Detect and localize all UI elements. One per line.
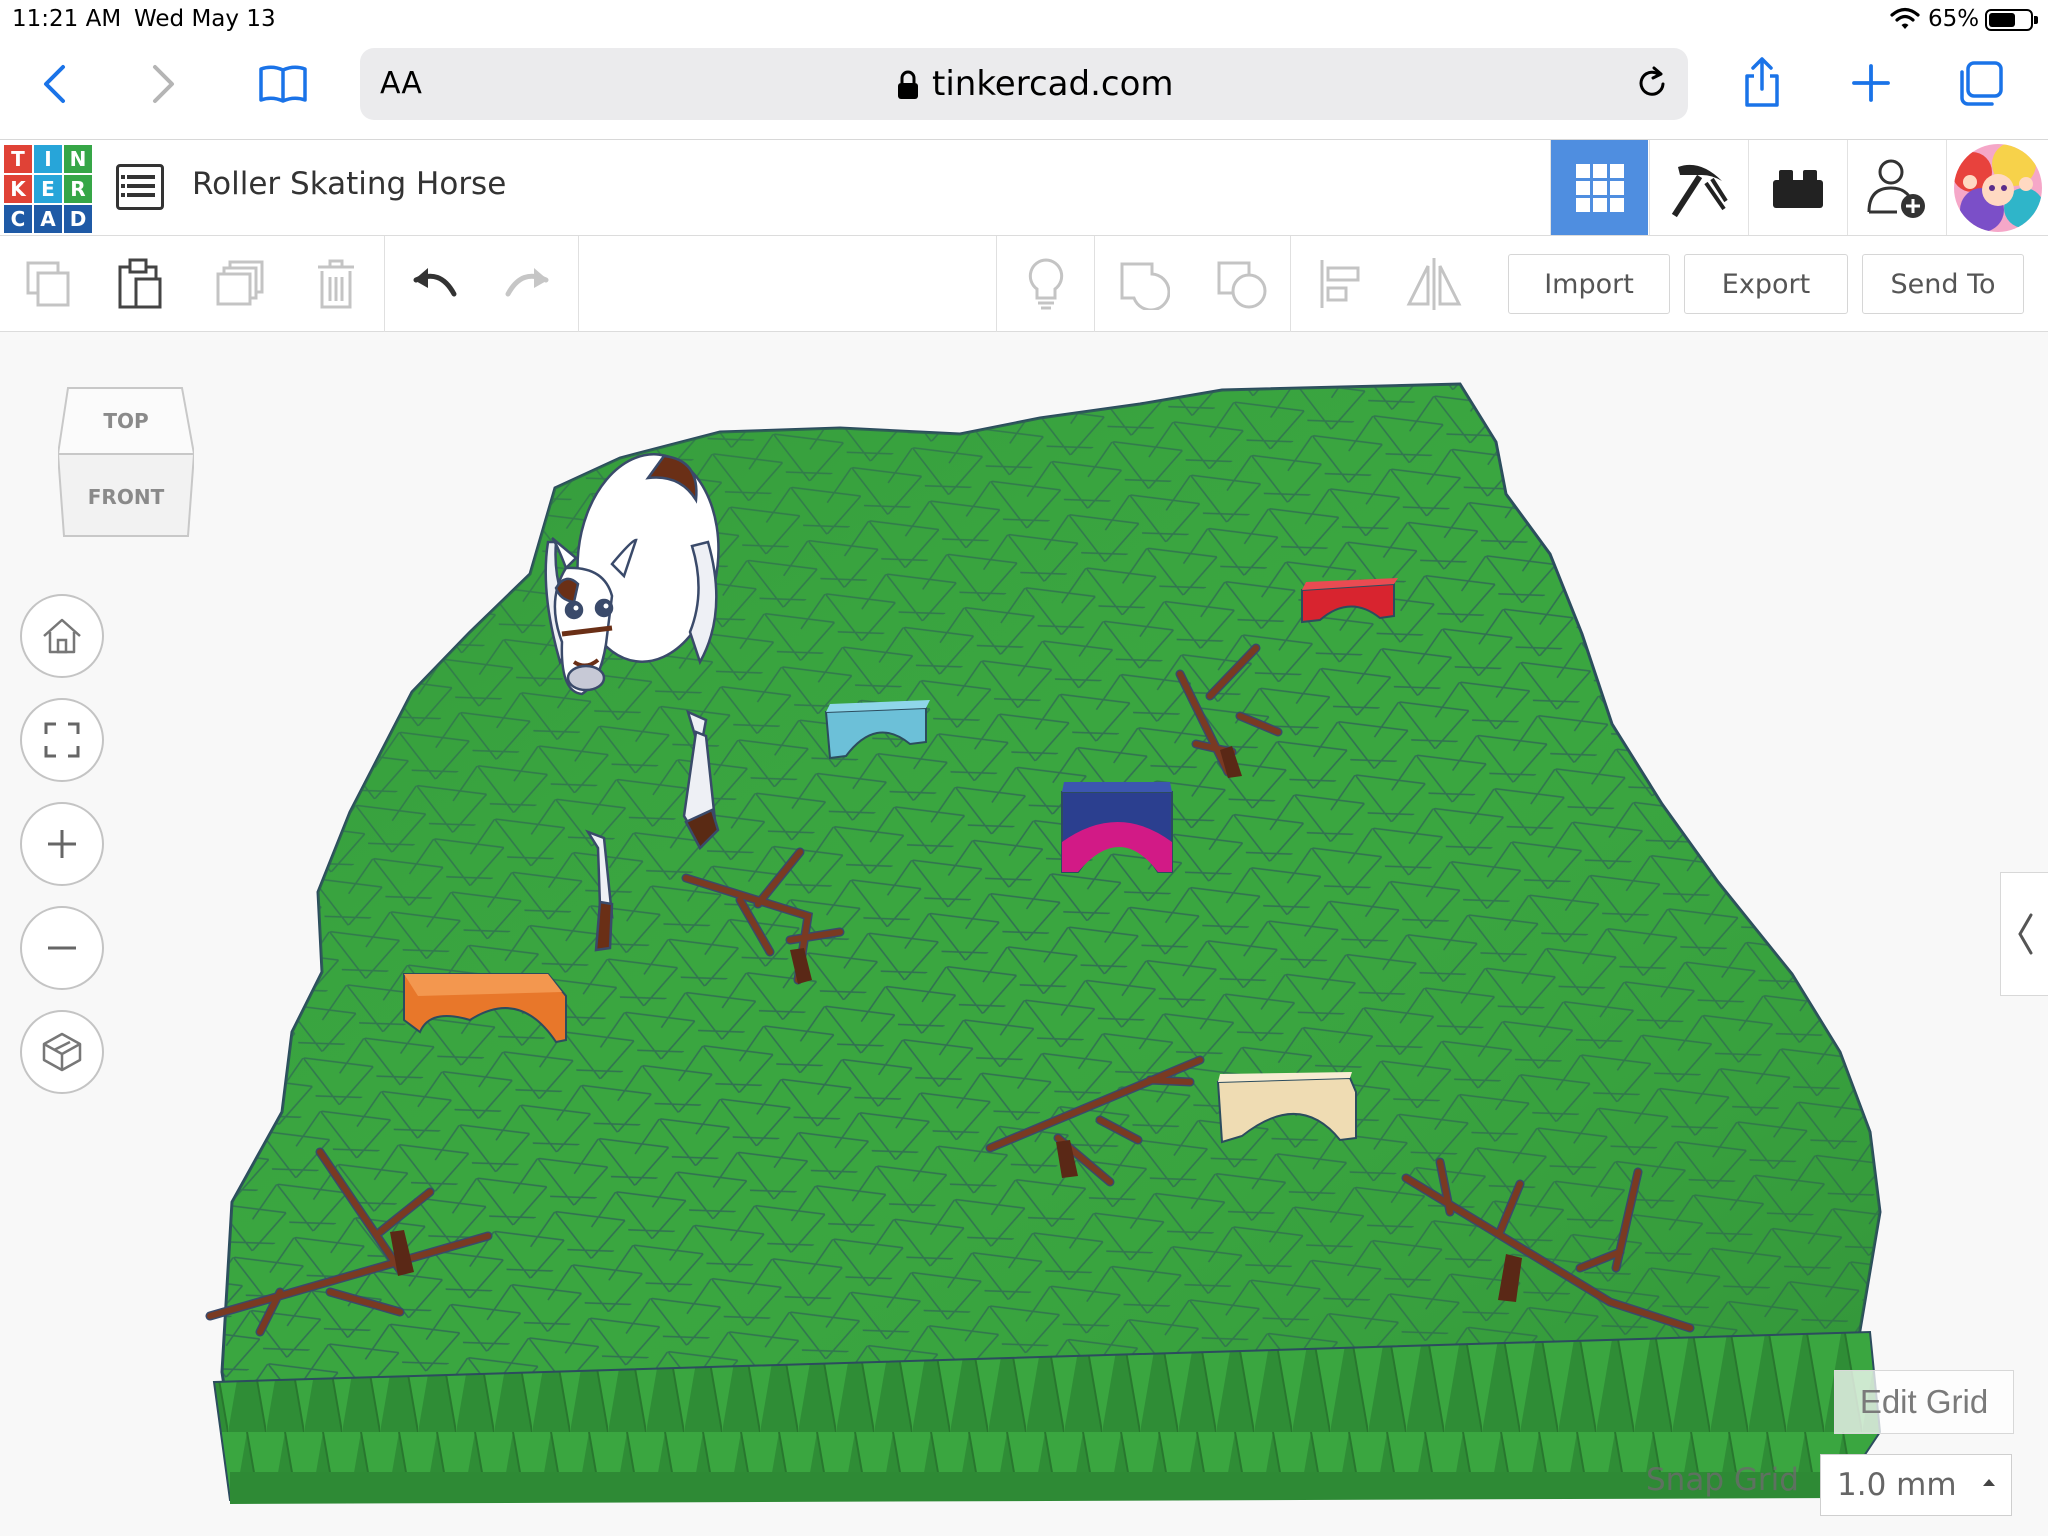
undo-icon[interactable]	[404, 254, 464, 314]
design-title[interactable]: Roller Skating Horse	[192, 166, 506, 202]
paste-icon[interactable]	[110, 254, 170, 314]
logo-letter: N	[64, 145, 92, 173]
3d-scene[interactable]	[0, 332, 2048, 1536]
ios-status-bar: 11:21 AM Wed May 13 65%	[0, 0, 2048, 40]
edit-toolbar: Import Export Send To	[0, 236, 2048, 332]
bookmarks-icon[interactable]	[256, 60, 310, 108]
delete-icon[interactable]	[306, 254, 366, 314]
logo-letter: K	[4, 175, 32, 203]
align-icon[interactable]	[1310, 254, 1370, 314]
export-button[interactable]: Export	[1684, 254, 1848, 314]
3d-view-grid-icon[interactable]	[1550, 140, 1648, 235]
url-domain: tinkercad.com	[932, 64, 1174, 104]
address-bar[interactable]: AA tinkercad.com	[360, 48, 1688, 120]
back-icon[interactable]	[34, 60, 74, 108]
user-avatar[interactable]	[1946, 140, 2048, 235]
tabs-icon[interactable]	[1956, 58, 2006, 108]
logo-letter: D	[64, 205, 92, 233]
view-cube[interactable]: TOP FRONT	[56, 384, 196, 548]
battery-icon	[1985, 9, 2038, 31]
bricks-icon[interactable]	[1748, 140, 1846, 235]
add-user-icon[interactable]	[1847, 140, 1945, 235]
safari-toolbar: AA tinkercad.com	[0, 40, 2048, 140]
home-view-icon[interactable]	[20, 594, 104, 678]
snap-grid-label: Snap Grid	[1646, 1462, 1799, 1498]
plus-icon[interactable]	[1850, 62, 1892, 104]
logo-letter: C	[4, 205, 32, 233]
snap-grid-value: 1.0 mm	[1837, 1467, 1957, 1503]
status-date: Wed May 13	[134, 6, 276, 32]
redo-icon[interactable]	[498, 254, 558, 314]
text-size-button[interactable]: AA	[380, 66, 422, 101]
duplicate-icon[interactable]	[210, 254, 270, 314]
fit-view-icon[interactable]	[20, 698, 104, 782]
logo-letter: A	[34, 205, 62, 233]
logo-letter: E	[34, 175, 62, 203]
zoom-out-icon[interactable]	[20, 906, 104, 990]
logo-letter: R	[64, 175, 92, 203]
wifi-icon	[1890, 7, 1920, 35]
snap-grid-select[interactable]: 1.0 mm	[1820, 1454, 2012, 1516]
reload-icon[interactable]	[1634, 65, 1670, 105]
edit-grid-button[interactable]: Edit Grid	[1834, 1370, 2014, 1434]
chevron-left-icon	[2017, 913, 2032, 955]
design-list-icon[interactable]	[116, 164, 164, 210]
mirror-icon[interactable]	[1404, 254, 1464, 314]
terrain[interactable]	[212, 382, 1882, 1504]
logo-letter: T	[4, 145, 32, 173]
logo-letter: I	[34, 145, 62, 173]
zoom-in-icon[interactable]	[20, 802, 104, 886]
import-button[interactable]: Import	[1508, 254, 1670, 314]
share-icon[interactable]	[1740, 54, 1784, 110]
workplane[interactable]: TOP FRONT Edit Grid Snap Grid 1.0 mm	[0, 332, 2048, 1536]
send-to-button[interactable]: Send To	[1862, 254, 2024, 314]
tinkercad-logo[interactable]: TIN KER CAD	[4, 145, 92, 233]
lock-icon	[896, 70, 920, 104]
lightbulb-icon[interactable]	[1016, 254, 1076, 314]
group-icon[interactable]	[1114, 254, 1174, 314]
status-time: 11:21 AM	[12, 6, 122, 32]
tinkercad-ipad-screen: 11:21 AM Wed May 13 65% AA tinkercad.com…	[0, 0, 2048, 1536]
copy-icon[interactable]	[18, 254, 78, 314]
orthographic-icon[interactable]	[20, 1010, 104, 1094]
collapse-panel-tab[interactable]	[2000, 872, 2048, 996]
forward-icon[interactable]	[144, 60, 184, 108]
codeblocks-pickaxe-icon[interactable]	[1649, 140, 1747, 235]
view-cube-top-label[interactable]: TOP	[103, 409, 148, 433]
caret-up-icon	[1983, 1479, 1995, 1486]
tinkercad-header: TIN KER CAD Roller Skating Horse	[0, 140, 2048, 236]
view-cube-front-label[interactable]: FRONT	[88, 485, 165, 509]
ungroup-icon[interactable]	[1212, 254, 1272, 314]
battery-percent: 65%	[1928, 6, 1980, 32]
